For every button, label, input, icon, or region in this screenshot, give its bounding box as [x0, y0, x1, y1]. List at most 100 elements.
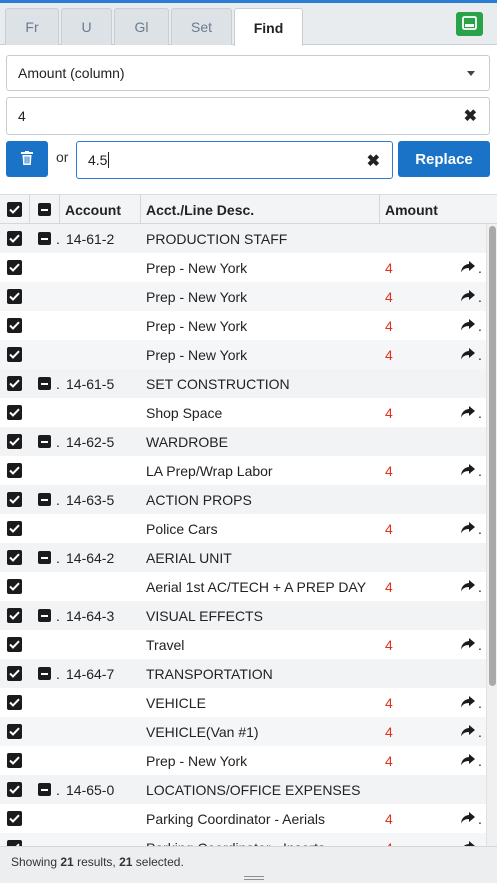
row-checkbox[interactable]	[7, 659, 22, 688]
go-to-line-button[interactable]: .	[461, 253, 482, 282]
amount-cell[interactable]: 4	[385, 630, 393, 659]
row-checkbox[interactable]	[7, 282, 22, 311]
amount-cell[interactable]: 4	[385, 572, 393, 601]
column-select[interactable]: Amount (column)	[6, 55, 490, 91]
collapse-all-toggle[interactable]	[30, 195, 60, 224]
table-row[interactable]: Parking Coordinator - Inserts 4.	[0, 833, 486, 846]
clear-find-icon[interactable]: ✖	[464, 106, 477, 126]
replace-button[interactable]: Replace	[398, 141, 490, 177]
collapse-toggle[interactable]: .	[38, 369, 60, 398]
account-group-row[interactable]: . 14-64-7 TRANSPORTATION	[0, 659, 486, 688]
row-checkbox[interactable]	[7, 630, 22, 659]
column-header-desc[interactable]: Acct./Line Desc.	[141, 195, 380, 224]
panel-toggle-button[interactable]	[456, 12, 483, 36]
row-checkbox[interactable]	[7, 427, 22, 456]
replace-input[interactable]: 4.5 ✖	[76, 141, 393, 179]
amount-cell[interactable]: 4	[385, 746, 393, 775]
amount-cell[interactable]: 4	[385, 717, 393, 746]
amount-cell[interactable]: 4	[385, 688, 393, 717]
collapse-toggle[interactable]: .	[38, 543, 60, 572]
table-row[interactable]: Prep - New York 4.	[0, 746, 486, 775]
tab-set[interactable]: Set	[171, 8, 232, 45]
row-checkbox[interactable]	[7, 340, 22, 369]
collapse-toggle[interactable]: .	[38, 659, 60, 688]
collapse-toggle[interactable]: .	[38, 427, 60, 456]
vertical-scrollbar[interactable]	[486, 224, 497, 846]
go-to-line-button[interactable]: .	[461, 630, 482, 659]
row-checkbox[interactable]	[7, 543, 22, 572]
amount-cell[interactable]: 4	[385, 282, 393, 311]
row-checkbox[interactable]	[7, 514, 22, 543]
row-checkbox[interactable]	[7, 688, 22, 717]
amount-cell[interactable]: 4	[385, 833, 393, 847]
account-group-row[interactable]: . 14-61-5 SET CONSTRUCTION	[0, 369, 486, 398]
table-row[interactable]: VEHICLE(Van #1) 4.	[0, 717, 486, 746]
go-to-line-button[interactable]: .	[461, 311, 482, 340]
row-checkbox[interactable]	[7, 369, 22, 398]
table-row[interactable]: Police Cars 4.	[0, 514, 486, 543]
amount-cell[interactable]: 4	[385, 340, 393, 369]
row-checkbox[interactable]	[7, 804, 22, 833]
account-group-row[interactable]: . 14-64-3 VISUAL EFFECTS	[0, 601, 486, 630]
account-group-row[interactable]: . 14-62-5 WARDROBE	[0, 427, 486, 456]
scrollbar-thumb[interactable]	[489, 226, 496, 686]
table-row[interactable]: Prep - New York 4.	[0, 282, 486, 311]
collapse-toggle[interactable]: .	[38, 485, 60, 514]
clear-replace-icon[interactable]: ✖	[367, 151, 380, 171]
go-to-line-button[interactable]: .	[461, 572, 482, 601]
collapse-toggle[interactable]: .	[38, 775, 60, 804]
tab-u[interactable]: U	[61, 8, 112, 45]
amount-cell[interactable]: 4	[385, 514, 393, 543]
row-checkbox[interactable]	[7, 746, 22, 775]
amount-cell[interactable]: 4	[385, 311, 393, 340]
table-row[interactable]: Parking Coordinator - Aerials 4.	[0, 804, 486, 833]
table-row[interactable]: Prep - New York 4.	[0, 311, 486, 340]
row-checkbox[interactable]	[7, 775, 22, 804]
find-input[interactable]: 4 ✖	[6, 97, 490, 135]
row-checkbox[interactable]	[7, 572, 22, 601]
column-header-account[interactable]: Account	[60, 195, 141, 224]
go-to-line-button[interactable]: .	[461, 804, 482, 833]
row-checkbox[interactable]	[7, 717, 22, 746]
table-row[interactable]: Prep - New York 4.	[0, 253, 486, 282]
row-checkbox[interactable]	[7, 485, 22, 514]
row-checkbox[interactable]	[7, 601, 22, 630]
amount-cell[interactable]: 4	[385, 456, 393, 485]
amount-cell[interactable]: 4	[385, 398, 393, 427]
amount-cell[interactable]: 4	[385, 804, 393, 833]
row-checkbox[interactable]	[7, 311, 22, 340]
row-checkbox[interactable]	[7, 456, 22, 485]
account-group-row[interactable]: . 14-61-2 PRODUCTION STAFF	[0, 224, 486, 253]
row-checkbox[interactable]	[7, 398, 22, 427]
table-row[interactable]: LA Prep/Wrap Labor 4.	[0, 456, 486, 485]
go-to-line-button[interactable]: .	[461, 340, 482, 369]
table-row[interactable]: VEHICLE 4.	[0, 688, 486, 717]
tab-fr[interactable]: Fr	[5, 8, 59, 45]
row-checkbox[interactable]	[7, 833, 22, 846]
row-checkbox[interactable]	[7, 224, 22, 253]
account-group-row[interactable]: . 14-63-5 ACTION PROPS	[0, 485, 486, 514]
go-to-line-button[interactable]: .	[461, 282, 482, 311]
account-group-row[interactable]: . 14-64-2 AERIAL UNIT	[0, 543, 486, 572]
select-all-checkbox[interactable]	[0, 195, 30, 224]
go-to-line-button[interactable]: .	[461, 746, 482, 775]
tab-find[interactable]: Find	[234, 8, 303, 46]
table-row[interactable]: Shop Space 4.	[0, 398, 486, 427]
go-to-line-button[interactable]: .	[461, 514, 482, 543]
row-checkbox[interactable]	[7, 253, 22, 282]
delete-button[interactable]	[6, 141, 48, 177]
go-to-line-button[interactable]: .	[461, 717, 482, 746]
table-row[interactable]: Aerial 1st AC/TECH + A PREP DAY 4.	[0, 572, 486, 601]
table-row[interactable]: Travel 4.	[0, 630, 486, 659]
go-to-line-button[interactable]: .	[461, 398, 482, 427]
go-to-line-button[interactable]: .	[461, 456, 482, 485]
go-to-line-button[interactable]: .	[461, 688, 482, 717]
account-group-row[interactable]: . 14-65-0 LOCATIONS/OFFICE EXPENSES	[0, 775, 486, 804]
amount-cell[interactable]: 4	[385, 253, 393, 282]
column-header-amount[interactable]: Amount	[380, 195, 497, 224]
collapse-toggle[interactable]: .	[38, 601, 60, 630]
collapse-toggle[interactable]: .	[38, 224, 60, 253]
tab-gl[interactable]: Gl	[114, 8, 169, 45]
go-to-line-button[interactable]: .	[461, 833, 482, 846]
resize-grip-icon[interactable]	[244, 876, 264, 882]
